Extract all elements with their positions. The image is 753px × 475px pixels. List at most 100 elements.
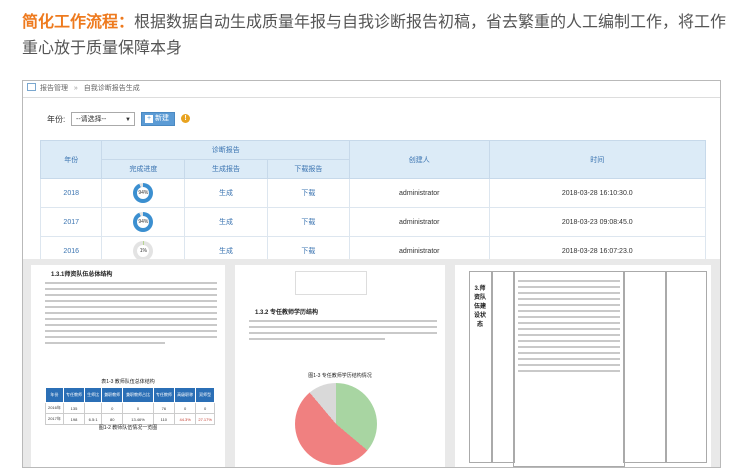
text-line (249, 326, 437, 328)
mini-cell: 135 (62, 402, 86, 414)
col-progress: 完成进度 (101, 159, 186, 179)
generate-link[interactable]: 生成 (219, 248, 233, 255)
mini-cell: 2016年 (45, 402, 64, 414)
text-line (45, 288, 217, 290)
mini-header: 双师型 (195, 387, 215, 403)
breadcrumb: 报告管理 » 自我诊断报告生成 (23, 81, 720, 98)
progress-label: 1% (137, 245, 150, 257)
row-year: 2018 (39, 178, 103, 208)
mini-header: 高级职称 (173, 387, 197, 403)
headline: 简化工作流程：根据数据自动生成质量年报与自我诊断报告初稿，省去繁重的人工编制工作… (22, 10, 737, 62)
progress-label: 94% (137, 187, 150, 199)
text-line (45, 324, 217, 326)
row-creator: administrator (349, 178, 490, 208)
table-column (623, 271, 667, 463)
mini-header: 专任教师 (62, 387, 86, 403)
mini-cell: 13.46% (122, 413, 154, 425)
col-time: 时间 (488, 140, 707, 179)
table-column (665, 271, 707, 463)
row-time: 2018-03-23 09:08:45.0 (488, 207, 707, 237)
mini-cell: 6.5:1 (84, 413, 103, 425)
figure-caption: 图1-2 教师队伍情况一览图 (98, 425, 158, 431)
table-caption: 表1-3 教师队伍总体结构 (101, 379, 155, 385)
mini-header: 年份 (45, 387, 64, 403)
new-button-label: 新建 (155, 115, 169, 122)
mini-cell: 0 (195, 402, 215, 414)
text-line (45, 306, 217, 308)
report-table: 年份 诊断报告 创建人 时间 完成进度 生成报告 下载报告 2018 94% 生… (39, 140, 707, 266)
text-line (249, 338, 385, 340)
col-group-report: 诊断报告 (101, 140, 351, 160)
text-line (249, 320, 437, 322)
doc-page-staff-structure[interactable]: 1.3.1师资队伍总体结构 表1-3 教师队伍总体结构 年份 专任教师 生师比 … (31, 265, 225, 467)
text-line (45, 312, 217, 314)
text-line (45, 336, 217, 338)
mini-cell: 44.3% (173, 413, 197, 425)
col-year: 年份 (39, 140, 103, 179)
warning-icon[interactable]: ! (181, 114, 190, 123)
doc-heading: 1.3.2 专任教师学历结构 (255, 310, 319, 316)
generate-link[interactable]: 生成 (219, 190, 233, 197)
mini-header: 专任教师 (152, 387, 176, 403)
text-line (45, 318, 217, 320)
new-button[interactable]: + 新建 (141, 112, 175, 126)
progress-ring: 94% (133, 212, 154, 232)
progress-label: 94% (137, 216, 150, 228)
progress-cell: 94% (101, 207, 186, 237)
col-generate: 生成报告 (184, 159, 268, 179)
text-line (45, 300, 217, 302)
doc-page-staff-status-table[interactable]: 3.师资队伍建设状态 (455, 265, 711, 467)
degree-pie-chart (295, 383, 377, 465)
text-line (45, 282, 217, 284)
mini-cell: 2017年 (45, 413, 64, 425)
breadcrumb-root[interactable]: 报告管理 (40, 85, 68, 92)
mini-cell (84, 402, 103, 414)
text-line (45, 294, 217, 296)
document-preview-strip: 1.3.1师资队伍总体结构 表1-3 教师队伍总体结构 年份 专任教师 生师比 … (23, 259, 720, 467)
progress-cell: 94% (101, 178, 186, 208)
table-column (513, 271, 625, 467)
mini-header: 兼职教师 (101, 387, 124, 403)
text-line (249, 332, 437, 334)
mini-header: 兼职教师占比 (122, 387, 154, 403)
col-creator: 创建人 (349, 140, 490, 179)
mini-cell: 198 (62, 413, 86, 425)
progress-ring: 1% (133, 241, 154, 261)
plus-icon: + (145, 115, 153, 123)
table-row: 2017 94% 生成 下载 administrator 2018-03-23 … (39, 207, 707, 237)
table-column (491, 271, 515, 463)
mini-cell: 80 (101, 413, 124, 425)
download-link[interactable]: 下载 (301, 219, 315, 226)
home-icon[interactable] (27, 83, 36, 91)
row-creator: administrator (349, 207, 490, 237)
year-label: 年份: (47, 115, 66, 124)
headline-title: 简化工作流程： (22, 14, 135, 31)
mini-cell: 76 (152, 402, 176, 414)
chart-thumbnail (295, 271, 367, 295)
mini-cell: 27.17% (195, 413, 215, 425)
breadcrumb-separator: » (73, 85, 78, 92)
col-download: 下载报告 (266, 159, 351, 179)
staff-mini-table: 年份 专任教师 生师比 兼职教师 兼职教师占比 专任教师 高级职称 双师型 20… (45, 387, 215, 425)
figure-caption: 图1-3 专任教师学历结构情况 (308, 373, 372, 379)
mini-cell: 110 (152, 413, 176, 425)
text-line (45, 342, 165, 344)
mini-header: 生师比 (84, 387, 103, 403)
app-screenshot-frame: 报告管理 » 自我诊断报告生成 年份: --请选择-- ▼ + 新建 ! 年份 诊… (22, 80, 721, 468)
download-link[interactable]: 下载 (301, 248, 315, 255)
year-select[interactable]: --请选择-- ▼ (71, 112, 135, 126)
year-select-value: --请选择-- (76, 116, 107, 123)
doc-heading: 1.3.1师资队伍总体结构 (51, 272, 113, 278)
mini-cell: 0 (101, 402, 124, 414)
mini-cell: 0 (173, 402, 197, 414)
table-row: 2018 94% 生成 下载 administrator 2018-03-28 … (39, 178, 707, 208)
chevron-down-icon: ▼ (125, 117, 131, 123)
text-line (45, 330, 217, 332)
generate-link[interactable]: 生成 (219, 219, 233, 226)
doc-page-degree-structure[interactable]: 1.3.2 专任教师学历结构 图1-3 专任教师学历结构情况 (235, 265, 445, 467)
row-time: 2018-03-28 16:10:30.0 (488, 178, 707, 208)
download-link[interactable]: 下载 (301, 190, 315, 197)
row-year: 2017 (39, 207, 103, 237)
mini-cell: 0 (122, 402, 154, 414)
progress-ring: 94% (133, 183, 154, 203)
